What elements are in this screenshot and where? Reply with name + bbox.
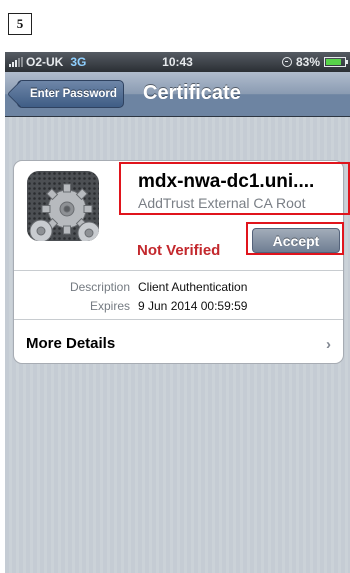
back-button[interactable]: Enter Password	[17, 80, 124, 108]
not-verified-status: Not Verified	[137, 242, 221, 259]
phone-screen: O2-UK 3G 10:43 83% Enter Password Certif…	[5, 52, 350, 573]
back-button-label: Enter Password	[30, 88, 117, 100]
certificate-name: mdx-nwa-dc1.uni....	[138, 171, 315, 192]
expires-value: 9 Jun 2014 00:59:59	[138, 299, 248, 313]
page-title: Certificate	[143, 82, 241, 104]
expires-label: Expires	[89, 299, 130, 313]
description-label: Description	[69, 280, 130, 294]
divider	[14, 270, 343, 271]
description-value: Client Authentication	[138, 280, 248, 294]
chevron-right-icon: ›	[326, 336, 331, 353]
certificate-card: mdx-nwa-dc1.uni.... AddTrust External CA…	[13, 160, 344, 364]
status-bar-right: 83%	[281, 55, 348, 69]
certificate-issuer: AddTrust External CA Root	[138, 195, 306, 211]
gear-icon	[27, 171, 99, 241]
status-bar: O2-UK 3G 10:43 83%	[5, 52, 350, 72]
more-details-label: More Details	[26, 335, 116, 352]
battery-fill	[326, 59, 341, 65]
rotation-lock-icon	[281, 57, 292, 67]
battery-percentage: 83%	[295, 55, 320, 69]
more-details-row[interactable]: More Details ›	[14, 320, 343, 363]
battery-icon	[324, 57, 348, 67]
accept-highlight-box	[246, 222, 344, 255]
step-number-badge: 5	[8, 13, 32, 35]
navigation-bar: Enter Password Certificate	[5, 72, 350, 117]
